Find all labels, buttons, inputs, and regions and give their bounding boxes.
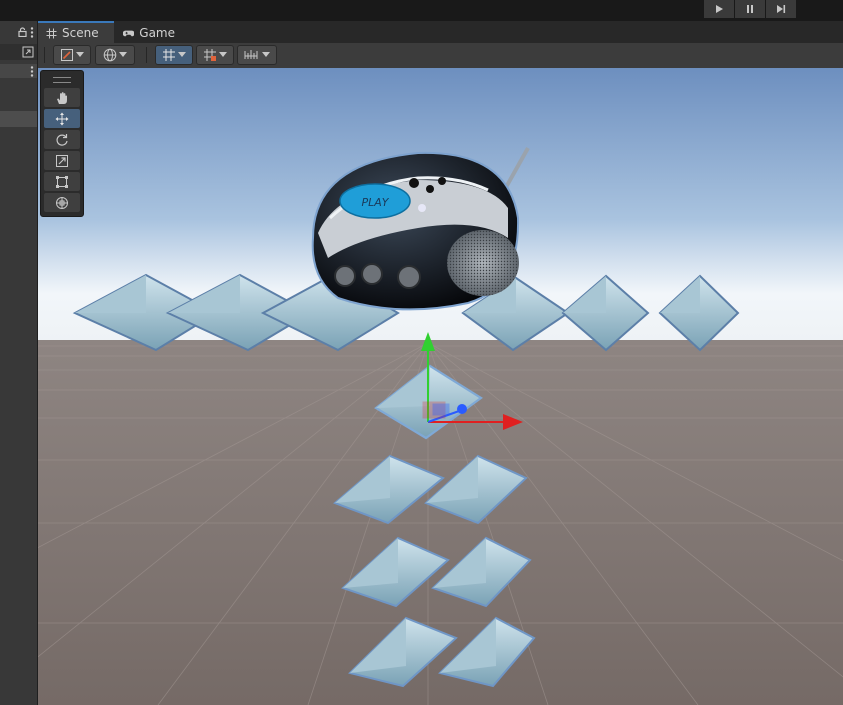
tab-scene[interactable]: Scene <box>38 21 114 43</box>
pause-icon <box>747 5 753 13</box>
rect-tool-icon <box>56 175 68 188</box>
hand-tool-icon <box>57 91 67 104</box>
chevron-down-icon <box>76 52 84 57</box>
scale-tool-button[interactable] <box>44 151 80 170</box>
snap-increment-icon <box>204 49 216 61</box>
play-sticker-label: PLAY <box>361 196 389 209</box>
step-icon <box>777 5 786 13</box>
grid-snap-toggle[interactable] <box>155 45 193 65</box>
left-panel-search-row <box>0 44 37 60</box>
more-options-icon[interactable] <box>30 65 34 77</box>
top-toolbar <box>0 0 843 21</box>
increment-snap-dropdown[interactable] <box>196 45 234 65</box>
left-panel <box>0 21 38 705</box>
tab-game-label: Game <box>139 26 175 40</box>
scene-viewport[interactable]: PLAY <box>38 68 843 705</box>
left-panel-header <box>0 24 37 40</box>
global-local-dropdown[interactable] <box>95 45 135 65</box>
palette-drag-handle[interactable] <box>53 77 71 83</box>
scene-toolbar <box>38 43 843 69</box>
step-button[interactable] <box>766 0 796 18</box>
grid-snap-icon <box>163 49 175 61</box>
chevron-down-icon <box>219 52 227 57</box>
scale-tool-icon <box>56 154 68 167</box>
move-tool-icon <box>55 112 69 125</box>
chevron-down-icon <box>119 52 127 57</box>
ruler-dropdown[interactable] <box>237 45 277 65</box>
selected-hierarchy-row[interactable] <box>0 111 37 127</box>
rotate-tool-button[interactable] <box>44 130 80 149</box>
transform-tool-icon <box>56 196 68 209</box>
toolbar-separator <box>146 47 147 63</box>
hand-tool-button[interactable] <box>44 88 80 107</box>
view-tab-bar: Scene Game <box>38 21 843 43</box>
z-axis-cap[interactable] <box>457 404 467 414</box>
toolbar-separator <box>44 47 45 63</box>
playmode-controls <box>704 0 796 18</box>
play-icon <box>716 5 723 13</box>
gamepad-icon <box>123 30 135 36</box>
tab-game[interactable]: Game <box>115 23 183 43</box>
tool-palette <box>40 70 84 217</box>
maximize-icon[interactable] <box>22 46 34 58</box>
plane-handle[interactable] <box>432 403 450 416</box>
pause-button[interactable] <box>735 0 765 18</box>
scene-canvas[interactable]: PLAY <box>38 68 843 705</box>
grid-hash-icon <box>46 28 57 38</box>
move-tool-button[interactable] <box>44 109 80 128</box>
rect-tool-button[interactable] <box>44 172 80 191</box>
lock-icon[interactable] <box>18 27 27 37</box>
left-panel-subheader <box>0 64 37 78</box>
chevron-down-icon <box>178 52 186 57</box>
tab-scene-label: Scene <box>62 26 99 40</box>
play-button[interactable] <box>704 0 734 18</box>
ruler-icon <box>244 50 258 59</box>
global-icon <box>103 48 117 62</box>
more-options-icon[interactable] <box>30 26 34 38</box>
rotate-tool-icon <box>56 133 68 146</box>
transform-tool-button[interactable] <box>44 193 80 212</box>
draw-mode-icon <box>61 49 73 61</box>
chevron-down-icon <box>262 52 270 57</box>
draw-mode-dropdown[interactable] <box>53 45 91 65</box>
